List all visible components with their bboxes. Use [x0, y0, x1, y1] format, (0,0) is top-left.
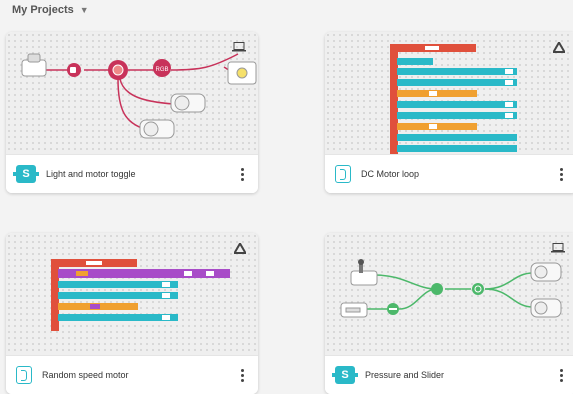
more-options-icon[interactable]: [555, 368, 567, 382]
project-footer: S Pressure and Slider: [325, 355, 573, 394]
more-options-icon[interactable]: [236, 368, 248, 382]
flow-node: [431, 283, 443, 295]
project-card[interactable]: RGB S Light and motor toggle: [6, 32, 258, 193]
sketch-type-icon: S: [13, 165, 39, 183]
project-card[interactable]: DC Motor loop: [325, 32, 573, 193]
more-options-icon[interactable]: [555, 167, 567, 181]
light-device-icon: [227, 61, 257, 85]
laptop-icon: [232, 42, 246, 52]
blocks-type-icon: [335, 165, 351, 183]
code-blocks: [390, 44, 517, 154]
project-name[interactable]: Random speed motor: [42, 370, 236, 380]
motor-icon: [530, 262, 562, 282]
project-thumbnail[interactable]: [6, 233, 258, 355]
rgb-node-label: RGB: [155, 67, 168, 73]
joystick-icon: [350, 259, 378, 286]
project-name[interactable]: Pressure and Slider: [365, 370, 555, 380]
project-name[interactable]: Light and motor toggle: [46, 169, 236, 179]
project-footer: DC Motor loop: [325, 154, 573, 193]
more-options-icon[interactable]: [236, 167, 248, 181]
drive-icon: [234, 243, 246, 254]
slider-device-icon: [340, 302, 368, 318]
flow-diagram: RGB: [21, 53, 257, 139]
drive-icon: [553, 42, 565, 53]
flow-node: [472, 283, 484, 295]
project-thumbnail[interactable]: [325, 233, 573, 355]
button-device-icon: [21, 53, 47, 77]
project-name[interactable]: DC Motor loop: [361, 169, 555, 179]
laptop-icon: [551, 243, 565, 253]
project-footer: Random speed motor: [6, 355, 258, 394]
page-title: My Projects: [12, 4, 74, 16]
flow-diagram: [340, 259, 562, 318]
blocks-type-icon: [16, 366, 32, 384]
motor-icon: [530, 298, 562, 318]
sketch-type-icon: S: [332, 366, 358, 384]
project-thumbnail[interactable]: [325, 32, 573, 154]
chevron-down-icon[interactable]: ▼: [80, 5, 89, 15]
project-thumbnail[interactable]: RGB: [6, 32, 258, 154]
project-card[interactable]: Random speed motor: [6, 233, 258, 394]
motor-icon: [139, 119, 175, 139]
project-footer: S Light and motor toggle: [6, 154, 258, 193]
project-card[interactable]: S Pressure and Slider: [325, 233, 573, 394]
motor-icon: [170, 93, 206, 113]
code-blocks: [51, 259, 230, 331]
projects-header[interactable]: My Projects ▼: [12, 2, 89, 18]
